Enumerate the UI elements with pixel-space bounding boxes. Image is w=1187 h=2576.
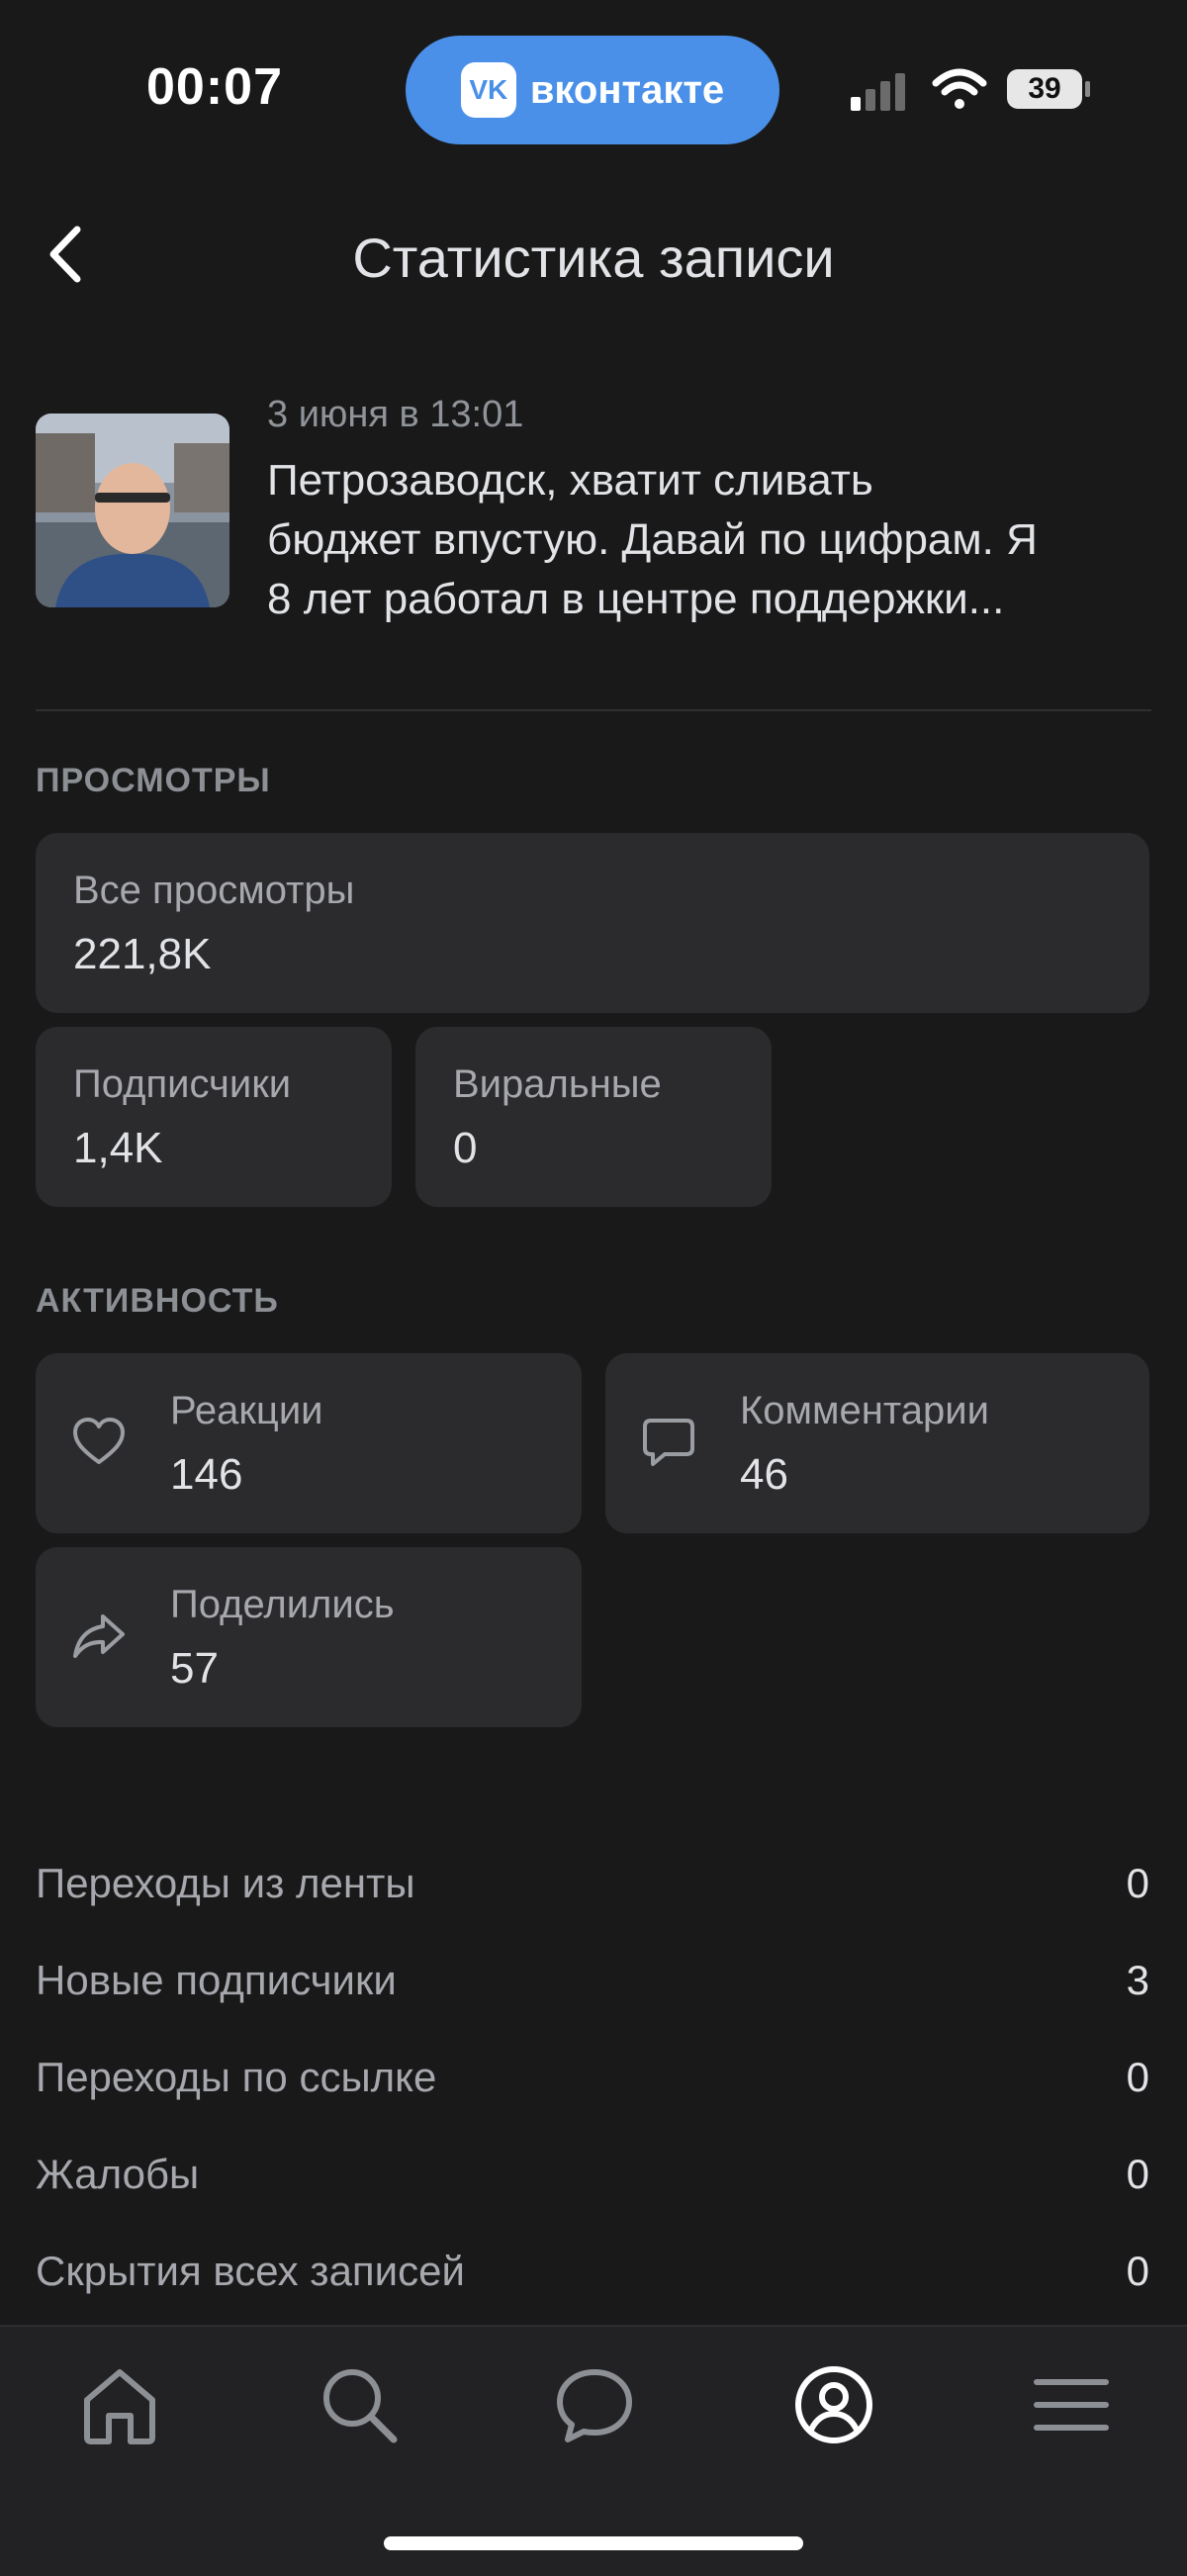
viral-views-value: 0 xyxy=(453,1124,478,1172)
post-text[interactable]: Петрозаводск, хватит сливать бюджет впус… xyxy=(267,451,1157,629)
stat-value-complaints: 0 xyxy=(1126,2151,1149,2197)
comments-label: Комментарии xyxy=(740,1389,989,1432)
reactions-label: Реакции xyxy=(170,1389,323,1432)
vk-app-pill[interactable]: VK вконтакте xyxy=(406,36,779,144)
stat-label-feed-clicks: Переходы из ленты xyxy=(36,1860,415,1906)
viral-views-card[interactable]: Виральные 0 xyxy=(415,1027,772,1207)
views-section-title: ПРОСМОТРЫ xyxy=(36,762,271,799)
stat-label-hidden-all: Скрытия всех записей xyxy=(36,2248,465,2294)
comments-value: 46 xyxy=(740,1450,788,1499)
status-time: 00:07 xyxy=(146,58,283,116)
post-date: 3 июня в 13:01 xyxy=(267,394,524,435)
subscribers-views-card[interactable]: Подписчики 1,4K xyxy=(36,1027,392,1207)
stat-value-feed-clicks: 0 xyxy=(1126,1860,1149,1906)
shares-card[interactable]: Поделились 57 xyxy=(36,1547,582,1727)
activity-section-title: АКТИВНОСТЬ xyxy=(36,1282,279,1320)
post-thumbnail[interactable] xyxy=(36,414,229,607)
subscribers-views-label: Подписчики xyxy=(73,1062,292,1106)
stat-label-complaints: Жалобы xyxy=(36,2151,200,2197)
all-views-card[interactable]: Все просмотры 221,8K xyxy=(36,833,1149,1013)
home-indicator xyxy=(384,2536,803,2550)
cellular-signal-icon xyxy=(851,73,905,111)
reactions-card[interactable]: Реакции 146 xyxy=(36,1353,582,1533)
stat-value-link-clicks: 0 xyxy=(1126,2054,1149,2100)
stat-label-new-subscribers: Новые подписчики xyxy=(36,1957,397,2003)
profile-icon[interactable] xyxy=(789,2360,878,2449)
comment-icon xyxy=(643,1419,694,1466)
wifi-icon xyxy=(932,68,987,109)
divider xyxy=(36,709,1151,711)
heart-icon xyxy=(73,1418,125,1464)
stat-value-hidden-all: 0 xyxy=(1126,2248,1149,2294)
messages-icon[interactable] xyxy=(550,2360,639,2449)
shares-value: 57 xyxy=(170,1644,219,1693)
battery-indicator: 39 xyxy=(1007,69,1082,109)
stat-value-new-subscribers: 3 xyxy=(1126,1957,1149,2003)
search-icon[interactable] xyxy=(315,2360,404,2449)
battery-cap xyxy=(1085,81,1090,97)
post-text-line: бюджет впустую. Давай по цифрам. Я xyxy=(267,515,1038,564)
home-icon[interactable] xyxy=(75,2360,164,2449)
vk-app-pill-label: вконтакте xyxy=(529,67,725,112)
post-text-line: 8 лет работал в центре поддержки... xyxy=(267,575,1005,623)
post-text-line: Петрозаводск, хватит сливать xyxy=(267,456,873,505)
stat-label-link-clicks: Переходы по ссылке xyxy=(36,2054,437,2100)
all-views-value: 221,8K xyxy=(73,930,212,978)
viral-views-label: Виральные xyxy=(453,1062,662,1106)
page-title: Статистика записи xyxy=(352,227,835,289)
shares-label: Поделились xyxy=(170,1583,395,1626)
subscribers-views-value: 1,4K xyxy=(73,1124,163,1172)
vk-logo-icon: VK xyxy=(460,62,516,118)
comments-card[interactable]: Комментарии 46 xyxy=(605,1353,1149,1533)
reactions-value: 146 xyxy=(170,1450,243,1499)
all-views-label: Все просмотры xyxy=(73,869,355,912)
menu-icon[interactable] xyxy=(1027,2360,1116,2449)
share-icon xyxy=(73,1614,125,1658)
